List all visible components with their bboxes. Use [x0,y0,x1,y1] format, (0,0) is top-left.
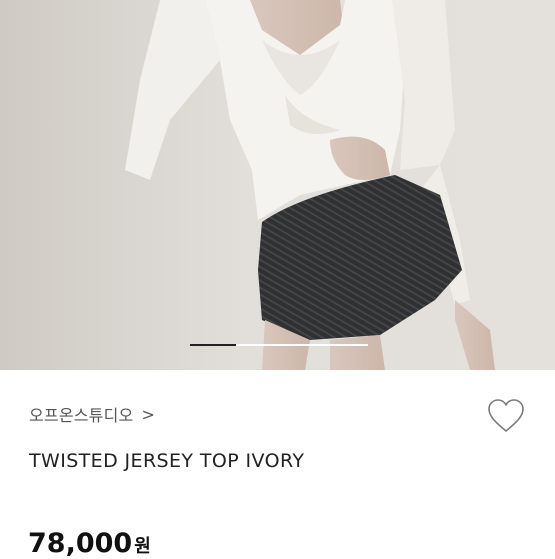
slide-indicator [190,344,368,346]
slide-indicator-active [190,344,236,346]
brand-name: 오프온스튜디오 [29,406,134,425]
chevron-right-icon: > [141,404,156,424]
product-image[interactable] [0,0,555,370]
product-photo [0,0,555,370]
price-currency: 원 [134,536,151,557]
product-price: 78,000 원 [28,528,151,559]
slide-indicator-segment [236,344,368,346]
heart-icon[interactable] [487,398,525,434]
brand-link[interactable]: 오프온스튜디오 > [29,402,155,426]
product-title: TWISTED JERSEY TOP IVORY [29,450,305,472]
price-value: 78,000 [28,528,133,559]
product-info: 오프온스튜디오 > TWISTED JERSEY TOP IVORY 78,00… [0,370,555,559]
